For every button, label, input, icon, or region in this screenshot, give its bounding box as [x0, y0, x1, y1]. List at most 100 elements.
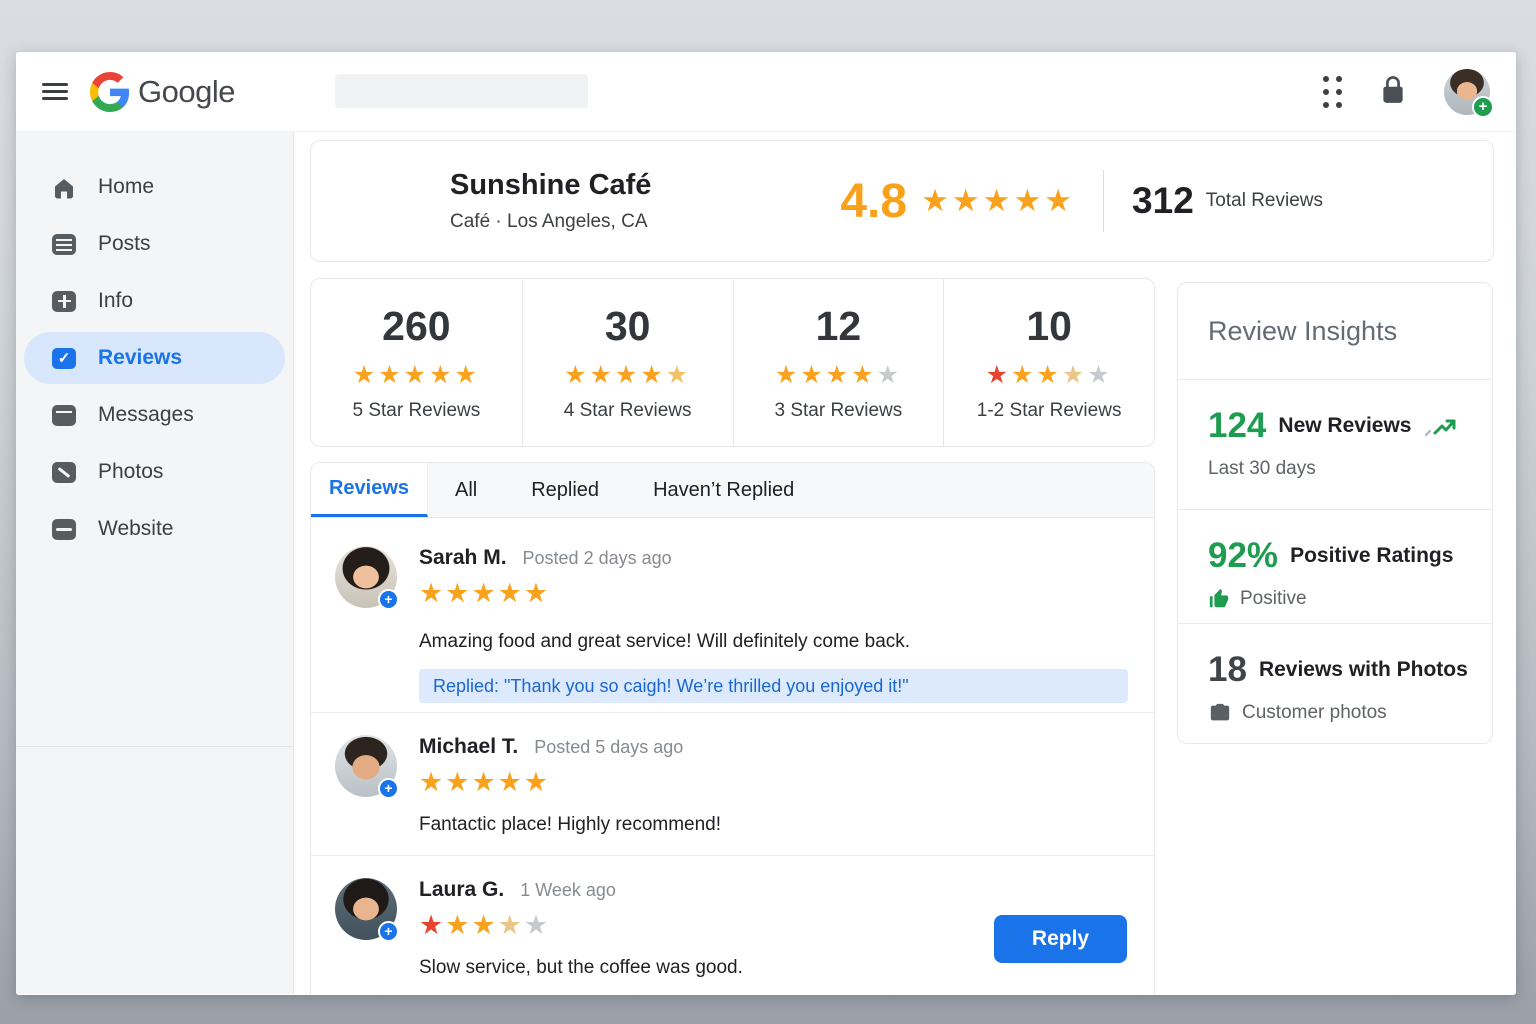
- star-icon: ★: [419, 910, 445, 940]
- sidebar-item-info[interactable]: Info: [24, 275, 285, 327]
- insight-sub: Customer photos: [1242, 702, 1387, 724]
- star-icon: ★: [524, 767, 550, 797]
- photos-icon: [52, 462, 76, 483]
- star-icon: ★: [666, 361, 691, 389]
- reviews-card: Reviews All Replied Haven’t Replied + Sa…: [310, 462, 1155, 995]
- insight-sub: Positive: [1240, 588, 1307, 610]
- star-icon: ★: [952, 183, 983, 218]
- star-icon: ★: [877, 361, 902, 389]
- breakdown-label: 1-2 Star Reviews: [977, 400, 1122, 422]
- review-date: Posted 5 days ago: [534, 737, 683, 758]
- menu-icon[interactable]: [42, 79, 68, 104]
- tab-reviews[interactable]: Reviews: [311, 463, 428, 517]
- review-stars: ★★★★★: [419, 578, 1154, 609]
- review-row: + Laura G. 1 Week ago ★★★★★ Slow service…: [311, 856, 1154, 995]
- breakdown-count: 260: [382, 303, 450, 350]
- star-icon: ★: [498, 767, 524, 797]
- star-icon: ★: [429, 361, 454, 389]
- rating-value: 4.8: [840, 174, 907, 229]
- star-icon: ★: [1011, 361, 1036, 389]
- star-icon: ★: [1044, 183, 1075, 218]
- sidebar-item-posts[interactable]: Posts: [24, 218, 285, 270]
- reviewer-name: Michael T.: [419, 735, 518, 759]
- insight-value: 18: [1208, 650, 1247, 690]
- reviews-icon: ✓: [52, 348, 76, 369]
- star-icon: ★: [455, 361, 480, 389]
- star-icon: ★: [775, 361, 800, 389]
- apps-grid-icon[interactable]: [1323, 76, 1342, 108]
- star-icon: ★: [353, 361, 378, 389]
- business-photo: [333, 159, 428, 243]
- posts-icon: [52, 234, 76, 255]
- sidebar-item-home[interactable]: Home: [24, 161, 285, 213]
- breakdown-label: 3 Star Reviews: [774, 400, 902, 422]
- sidebar-item-messages[interactable]: Messages: [24, 389, 285, 441]
- lock-icon[interactable]: [1380, 75, 1406, 110]
- home-icon: [52, 177, 76, 198]
- star-icon: ★: [983, 183, 1014, 218]
- reply-button[interactable]: Reply: [994, 915, 1127, 963]
- review-date: Posted 2 days ago: [523, 548, 672, 569]
- review-stars: ★★★★★: [419, 767, 1154, 798]
- sidebar-item-label: Website: [98, 517, 173, 541]
- sidebar-item-label: Home: [98, 175, 154, 199]
- star-icon: ★: [640, 361, 665, 389]
- reviewer-avatar: +: [335, 735, 397, 797]
- reviewer-badge-icon: +: [378, 921, 399, 942]
- review-row: + Sarah M. Posted 2 days ago ★★★★★ Amazi…: [311, 518, 1154, 713]
- star-icon: ★: [419, 578, 445, 608]
- sidebar-item-photos[interactable]: Photos: [24, 446, 285, 498]
- tab-havent-replied[interactable]: Haven’t Replied: [626, 463, 821, 517]
- insight-label: New Reviews: [1278, 414, 1411, 438]
- star-icon: ★: [524, 578, 550, 608]
- review-date: 1 Week ago: [520, 880, 616, 901]
- sidebar-item-label: Messages: [98, 403, 194, 427]
- top-bar: Google +: [16, 52, 1516, 132]
- desktop-background: Google + Home: [0, 0, 1536, 1024]
- star-icon: ★: [498, 910, 524, 940]
- insight-label: Reviews with Photos: [1259, 658, 1468, 682]
- star-icon: ★: [986, 361, 1011, 389]
- camera-icon: [1208, 702, 1232, 724]
- messages-icon: [52, 405, 76, 426]
- owner-reply: Replied: "Thank you so caigh! We’re thri…: [419, 669, 1128, 703]
- trend-up-icon: [1423, 414, 1457, 438]
- tab-replied[interactable]: Replied: [504, 463, 626, 517]
- sidebar-item-website[interactable]: Website: [24, 503, 285, 555]
- star-icon: ★: [800, 361, 825, 389]
- star-icon: ★: [1062, 361, 1087, 389]
- google-g-icon: [90, 72, 130, 112]
- breakdown-4-star: 30 ★★★★★ 4 Star Reviews: [522, 279, 733, 446]
- breakdown-stars: ★★★★★: [353, 360, 480, 390]
- reviewer-avatar: +: [335, 546, 397, 608]
- star-icon: ★: [615, 361, 640, 389]
- total-reviews-label: Total Reviews: [1206, 190, 1323, 212]
- info-icon: [52, 291, 76, 312]
- sidebar-item-reviews[interactable]: ✓ Reviews: [24, 332, 285, 384]
- star-icon: ★: [826, 361, 851, 389]
- insight-value: 124: [1208, 406, 1266, 446]
- insight-sub: Last 30 days: [1208, 458, 1492, 480]
- total-reviews-count: 312: [1132, 180, 1194, 222]
- breakdown-count: 30: [605, 303, 651, 350]
- breakdown-5-star: 260 ★★★★★ 5 Star Reviews: [311, 279, 522, 446]
- review-text: Amazing food and great service! Will def…: [419, 631, 1154, 653]
- star-icon: ★: [445, 910, 471, 940]
- insight-positive-ratings: 92% Positive Ratings Positive: [1178, 510, 1492, 625]
- user-avatar[interactable]: +: [1444, 69, 1490, 115]
- sidebar-item-label: Photos: [98, 460, 163, 484]
- main-content: Sunshine Café Café · Los Angeles, CA 4.8…: [294, 132, 1516, 994]
- reviewer-badge-icon: +: [378, 589, 399, 610]
- star-icon: ★: [471, 578, 497, 608]
- reviewer-name: Laura G.: [419, 878, 504, 902]
- business-meta: Café · Los Angeles, CA: [450, 211, 651, 233]
- reviewer-badge-icon: +: [378, 778, 399, 799]
- breakdown-1-2-star: 10 ★★★★★ 1-2 Star Reviews: [943, 279, 1154, 446]
- star-icon: ★: [378, 361, 403, 389]
- google-wordmark: Google: [138, 74, 235, 110]
- tab-all[interactable]: All: [428, 463, 504, 517]
- breakdown-label: 5 Star Reviews: [352, 400, 480, 422]
- star-icon: ★: [921, 183, 952, 218]
- star-icon: ★: [471, 910, 497, 940]
- search-input[interactable]: [335, 74, 588, 108]
